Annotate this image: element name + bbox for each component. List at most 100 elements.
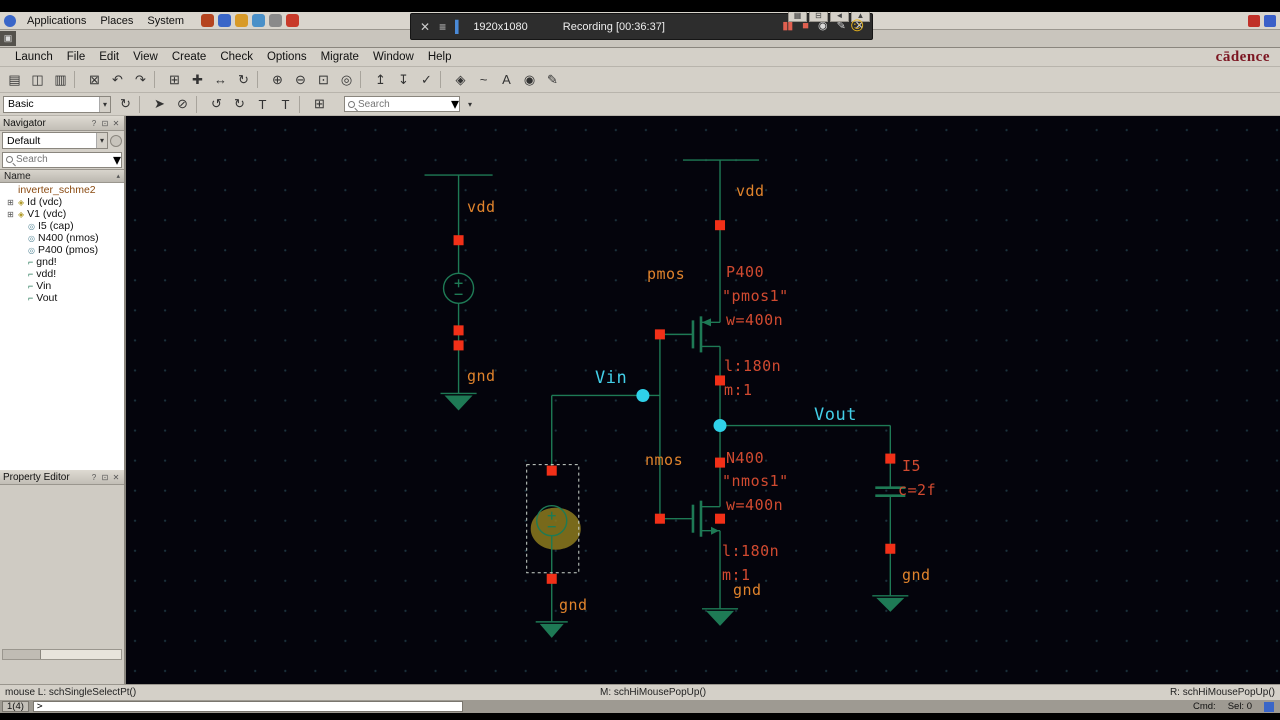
nav-item-gnd[interactable]: ⌐ gnd! [0, 256, 124, 268]
expander-icon[interactable]: ⊞ [6, 198, 15, 207]
separator[interactable] [196, 95, 203, 113]
label-nmos1[interactable]: "nmos1" [722, 472, 789, 490]
toolbar-search[interactable]: ▾ [344, 96, 460, 113]
navigator-filter-combo[interactable]: Default ▾ [2, 132, 108, 149]
nav-item-vout[interactable]: ⌐ Vout [0, 292, 124, 304]
system-menu[interactable]: System [140, 15, 191, 27]
menu-item[interactable]: Launch [8, 51, 60, 63]
menu-item[interactable]: Edit [92, 51, 126, 63]
places-menu[interactable]: Places [93, 15, 140, 27]
deselect-icon[interactable]: ⊘ [171, 94, 194, 115]
text-up-icon[interactable]: T [251, 94, 274, 115]
wire-icon[interactable]: ~ [472, 69, 495, 90]
terminal-launcher-icon[interactable] [269, 14, 283, 27]
label-vdd-pmos[interactable]: vdd [736, 182, 765, 200]
files-launcher-icon[interactable] [252, 14, 266, 27]
help-icon[interactable]: ? [89, 473, 99, 482]
draw-icon[interactable]: ✎ [837, 21, 846, 32]
text-down-icon[interactable]: T [274, 94, 297, 115]
open-icon[interactable]: ▤ [3, 69, 26, 90]
rotate-right-icon[interactable]: ↻ [228, 94, 251, 115]
nav-item-v1-vdc[interactable]: ⊞ ◈ V1 (vdc) [0, 208, 124, 220]
descend-icon[interactable]: ↧ [392, 69, 415, 90]
screenshot-icon[interactable]: ◉ [818, 21, 828, 32]
nav-item-vdd[interactable]: ⌐ vdd! [0, 268, 124, 280]
distro-menu-icon[interactable] [4, 14, 16, 27]
select-icon[interactable]: ➤ [148, 94, 171, 115]
nav-item-id-vdc[interactable]: ⊞ ◈ Id (vdc) [0, 196, 124, 208]
smiley-icon[interactable]: ☺ [847, 15, 867, 35]
pan-icon[interactable]: ◎ [335, 69, 358, 90]
pin-icon[interactable]: ◉ [518, 69, 541, 90]
menu-item[interactable]: View [126, 51, 165, 63]
separator[interactable] [154, 71, 161, 88]
nav-item-n400-nmos[interactable]: ◎ N400 (nmos) [0, 232, 124, 244]
label-vdd-v1[interactable]: vdd [467, 198, 496, 216]
label-p-width[interactable]: w=400n [726, 311, 783, 329]
navigator-options-button[interactable] [110, 134, 122, 147]
search-options-caret[interactable]: ▾ [463, 94, 477, 115]
menu-item[interactable]: Migrate [314, 51, 366, 63]
refresh-icon[interactable]: ↻ [114, 94, 137, 115]
label-icon[interactable]: A [495, 69, 518, 90]
separator[interactable] [139, 95, 146, 113]
command-input[interactable]: > [32, 701, 463, 712]
close-icon[interactable]: ✕ [420, 21, 430, 33]
menu-item[interactable]: Window [366, 51, 421, 63]
applications-menu[interactable]: Applications [20, 15, 93, 27]
float-panel-icon[interactable]: ⊡ [100, 473, 110, 482]
ascend-icon[interactable]: ↥ [369, 69, 392, 90]
stretch-icon[interactable]: ↔ [209, 69, 232, 90]
bluetooth-tray-icon[interactable] [1264, 14, 1276, 27]
gnome-launcher-icon[interactable] [201, 14, 215, 27]
expander-icon[interactable]: ⊞ [6, 210, 15, 219]
note-icon[interactable]: ✎ [541, 69, 564, 90]
stop-icon[interactable]: ■ [802, 21, 809, 32]
mode-combo[interactable]: Basic ▾ [3, 95, 111, 113]
schematic-canvas[interactable]: vdd gnd Vin pmos P400 "pmos1" w=400n l:180n m:1 v… [126, 116, 1280, 684]
move-icon[interactable]: ✚ [186, 69, 209, 90]
label-n-length[interactable]: l:180n [722, 542, 779, 560]
separator[interactable] [440, 71, 447, 88]
package-launcher-icon[interactable] [286, 14, 300, 27]
pause-icon[interactable]: ▮▮ [782, 21, 793, 32]
nav-item-i5-cap[interactable]: ◎ I5 (cap) [0, 220, 124, 232]
close-icon[interactable]: ✕ [111, 473, 121, 482]
help-icon[interactable]: ? [89, 119, 99, 128]
separator[interactable] [299, 95, 306, 113]
navigator-search-input[interactable] [16, 154, 110, 165]
mail-launcher-icon[interactable] [235, 14, 249, 27]
separator[interactable] [360, 71, 367, 88]
browser-launcher-icon[interactable] [218, 14, 232, 27]
zoom-fit-icon[interactable]: ⊡ [312, 69, 335, 90]
navigator-search[interactable]: ▾ [2, 151, 122, 169]
label-gnd-nmos[interactable]: gnd [733, 581, 762, 599]
status-mini-icon[interactable] [1264, 701, 1274, 712]
label-n-width[interactable]: w=400n [726, 496, 783, 514]
label-c2f[interactable]: c=2f [898, 481, 936, 499]
check-save-icon[interactable]: ✓ [415, 69, 438, 90]
rotate-icon[interactable]: ↻ [232, 69, 255, 90]
window-list-button[interactable]: ▣ [0, 31, 16, 46]
delete-icon[interactable]: ⊠ [83, 69, 106, 90]
zoom-out-icon[interactable]: ⊖ [289, 69, 312, 90]
label-n400[interactable]: N400 [726, 449, 764, 467]
menu-item[interactable]: File [60, 51, 93, 63]
search-input[interactable] [358, 98, 448, 110]
label-pmos-type[interactable]: pmos [647, 265, 685, 283]
nav-item-vin[interactable]: ⌐ Vin [0, 280, 124, 292]
redo-icon[interactable]: ↷ [129, 69, 152, 90]
nav-item-inverter-schme2[interactable]: inverter_schme2 [0, 184, 124, 196]
page-indicator[interactable]: 1(4) [2, 701, 29, 712]
label-gnd-cap[interactable]: gnd [902, 566, 931, 584]
float-panel-icon[interactable]: ⊡ [100, 119, 110, 128]
zoom-in-icon[interactable]: ⊕ [266, 69, 289, 90]
menu-item[interactable]: Create [165, 51, 214, 63]
save-icon[interactable]: ◫ [26, 69, 49, 90]
navigator-column-header[interactable]: Name ▴ [0, 169, 124, 183]
rotate-left-icon[interactable]: ↺ [205, 94, 228, 115]
menu-item[interactable]: Check [213, 51, 260, 63]
menu-icon[interactable]: ≡ [439, 21, 446, 33]
instance-icon[interactable]: ◈ [449, 69, 472, 90]
label-p-length[interactable]: l:180n [724, 357, 781, 375]
